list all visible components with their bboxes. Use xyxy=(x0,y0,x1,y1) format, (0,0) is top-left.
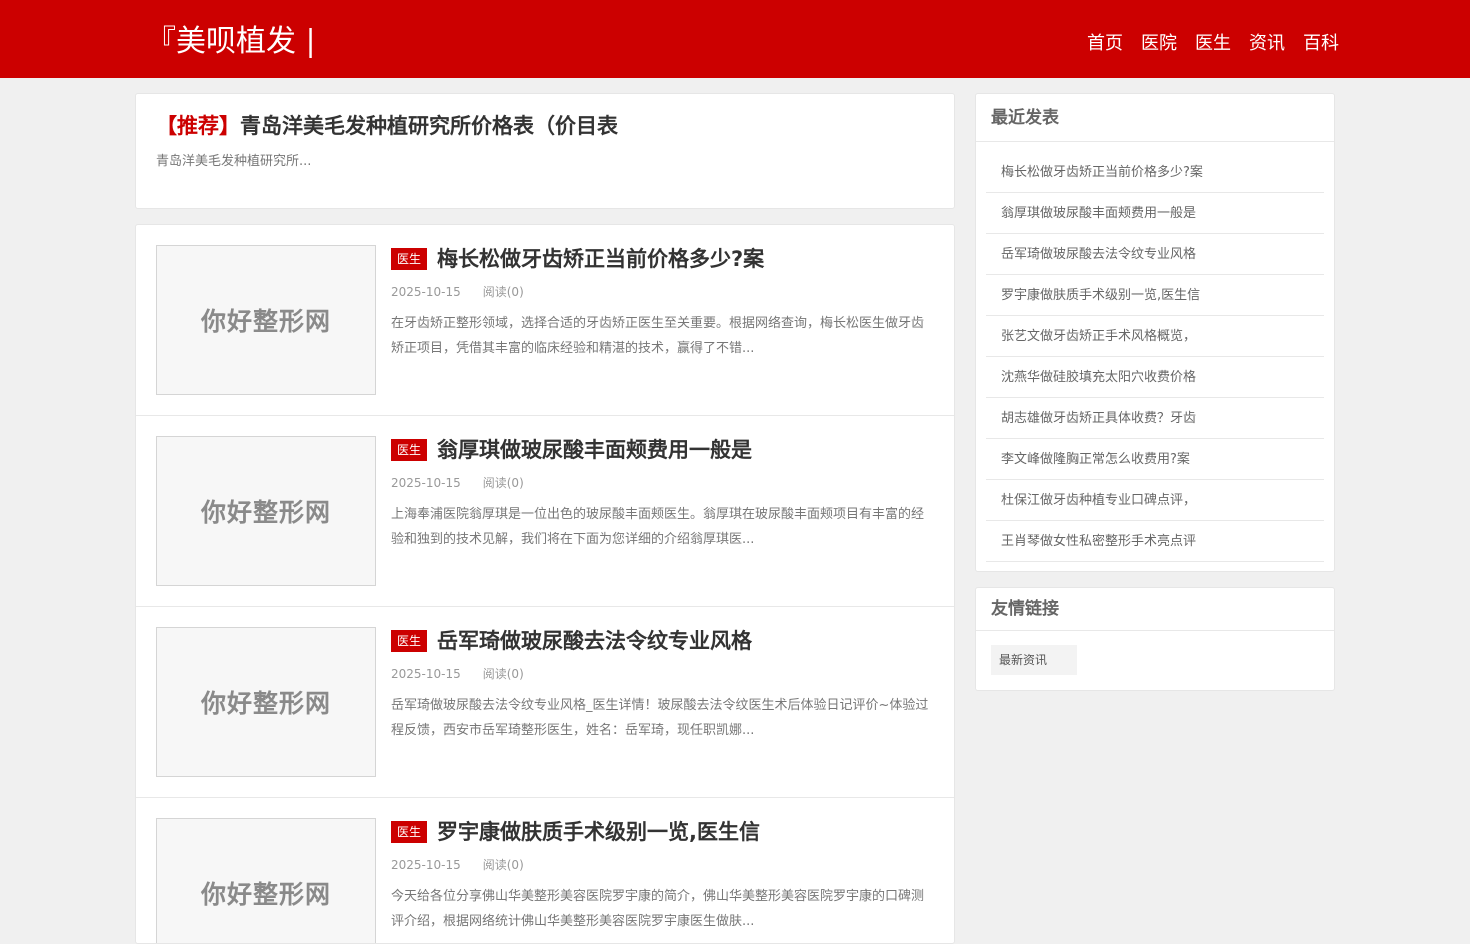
article-reads: 阅读(0) xyxy=(482,858,524,872)
article-date: 2025-10-15 xyxy=(391,858,461,872)
site-logo[interactable]: 『美呗植发 | xyxy=(146,22,316,62)
recent-post-link[interactable]: 杜保江做牙齿种植专业口碑点评， xyxy=(986,480,1324,521)
article-item: 你好整形网 医生 梅长松做牙齿矫正当前价格多少?案 2025-10-15 阅读(0… xyxy=(136,225,954,416)
nav-news[interactable]: 资讯 xyxy=(1249,30,1285,58)
article-excerpt: 岳军琦做玻尿酸去法令纹专业风格_医生详情！玻尿酸去法令纹医生术后体验日记评价~体… xyxy=(391,698,929,738)
category-badge[interactable]: 医生 xyxy=(391,439,428,461)
nav-hospital[interactable]: 医院 xyxy=(1141,30,1177,58)
article-meta: 2025-10-15 阅读(0) xyxy=(391,283,524,301)
article-date: 2025-10-15 xyxy=(391,476,461,490)
recent-post-link[interactable]: 沈燕华做硅胶填充太阳穴收费价格 xyxy=(986,357,1324,398)
category-badge[interactable]: 医生 xyxy=(391,248,428,270)
recent-post-link[interactable]: 张艺文做牙齿矫正手术风格概览， xyxy=(986,316,1324,357)
featured-title-text[interactable]: 青岛洋美毛发种植研究所价格表（价目表 xyxy=(240,114,618,138)
thumbnail-watermark: 你好整形网 xyxy=(200,307,331,336)
recent-posts-list: 梅长松做牙齿矫正当前价格多少?案 翁厚琪做玻尿酸丰面颊费用一般是 岳军琦做玻尿酸… xyxy=(976,142,1334,562)
article-meta: 2025-10-15 阅读(0) xyxy=(391,856,524,874)
thumbnail-watermark: 你好整形网 xyxy=(200,689,331,718)
friend-links-widget: 友情链接 最新资讯 xyxy=(975,587,1335,691)
article-date: 2025-10-15 xyxy=(391,667,461,681)
article-excerpt: 今天给各位分享佛山华美整形美容医院罗宇康的简介，佛山华美整形美容医院罗宇康的口碑… xyxy=(391,889,925,929)
site-header: 『美呗植发 | 首页 医院 医生 资讯 百科 xyxy=(0,0,1470,78)
article-date: 2025-10-15 xyxy=(391,285,461,299)
article-title[interactable]: 岳军琦做玻尿酸去法令纹专业风格 xyxy=(437,624,752,658)
nav-doctor[interactable]: 医生 xyxy=(1195,30,1231,58)
article-reads: 阅读(0) xyxy=(482,667,524,681)
recent-posts-widget: 最近发表 梅长松做牙齿矫正当前价格多少?案 翁厚琪做玻尿酸丰面颊费用一般是 岳军… xyxy=(975,93,1335,572)
article-list: 你好整形网 医生 梅长松做牙齿矫正当前价格多少?案 2025-10-15 阅读(0… xyxy=(135,224,955,944)
article-thumbnail[interactable]: 你好整形网 xyxy=(156,818,376,943)
friend-link[interactable]: 最新资讯 xyxy=(991,645,1078,675)
article-reads: 阅读(0) xyxy=(482,285,524,299)
featured-tag: 【推荐】 xyxy=(156,114,240,138)
nav-home[interactable]: 首页 xyxy=(1087,30,1123,58)
recent-post-link[interactable]: 翁厚琪做玻尿酸丰面颊费用一般是 xyxy=(986,193,1324,234)
article-thumbnail[interactable]: 你好整形网 xyxy=(156,627,376,777)
recent-post-link[interactable]: 罗宇康做肤质手术级别一览,医生信 xyxy=(986,275,1324,316)
recent-post-link[interactable]: 梅长松做牙齿矫正当前价格多少?案 xyxy=(986,152,1324,193)
recent-post-link[interactable]: 李文峰做隆胸正常怎么收费用?案 xyxy=(986,439,1324,480)
article-title[interactable]: 罗宇康做肤质手术级别一览,医生信 xyxy=(437,815,760,849)
friend-links-title: 友情链接 xyxy=(976,588,1334,631)
recent-post-link[interactable]: 岳军琦做玻尿酸去法令纹专业风格 xyxy=(986,234,1324,275)
article-item: 你好整形网 医生 罗宇康做肤质手术级别一览,医生信 2025-10-15 阅读(0… xyxy=(136,798,954,943)
article-thumbnail[interactable]: 你好整形网 xyxy=(156,436,376,586)
featured-article: 【推荐】青岛洋美毛发种植研究所价格表（价目表 青岛洋美毛发种植研究所... xyxy=(135,93,955,209)
article-item: 你好整形网 医生 翁厚琪做玻尿酸丰面颊费用一般是 2025-10-15 阅读(0)… xyxy=(136,416,954,607)
article-title[interactable]: 翁厚琪做玻尿酸丰面颊费用一般是 xyxy=(437,433,752,467)
recent-post-link[interactable]: 王肖琴做女性私密整形手术亮点评 xyxy=(986,521,1324,562)
thumbnail-watermark: 你好整形网 xyxy=(200,498,331,527)
article-meta: 2025-10-15 阅读(0) xyxy=(391,474,524,492)
thumbnail-watermark: 你好整形网 xyxy=(200,880,331,909)
article-thumbnail[interactable]: 你好整形网 xyxy=(156,245,376,395)
article-excerpt: 上海奉浦医院翁厚琪是一位出色的玻尿酸丰面颊医生。翁厚琪在玻尿酸丰面颊项目有丰富的… xyxy=(391,507,925,547)
main-nav: 首页 医院 医生 资讯 百科 xyxy=(1069,30,1339,58)
article-title[interactable]: 梅长松做牙齿矫正当前价格多少?案 xyxy=(437,242,764,276)
article-excerpt: 在牙齿矫正整形领域，选择合适的牙齿矫正医生至关重要。根据网络查询，梅长松医生做牙… xyxy=(391,316,925,356)
featured-desc: 青岛洋美毛发种植研究所... xyxy=(156,154,312,169)
article-reads: 阅读(0) xyxy=(482,476,524,490)
article-item: 你好整形网 医生 岳军琦做玻尿酸去法令纹专业风格 2025-10-15 阅读(0)… xyxy=(136,607,954,798)
featured-title[interactable]: 【推荐】青岛洋美毛发种植研究所价格表（价目表 xyxy=(156,110,618,142)
recent-posts-title: 最近发表 xyxy=(976,94,1334,142)
category-badge[interactable]: 医生 xyxy=(391,821,428,843)
category-badge[interactable]: 医生 xyxy=(391,630,428,652)
article-meta: 2025-10-15 阅读(0) xyxy=(391,665,524,683)
nav-encyclopedia[interactable]: 百科 xyxy=(1303,30,1339,58)
recent-post-link[interactable]: 胡志雄做牙齿矫正具体收费？牙齿 xyxy=(986,398,1324,439)
